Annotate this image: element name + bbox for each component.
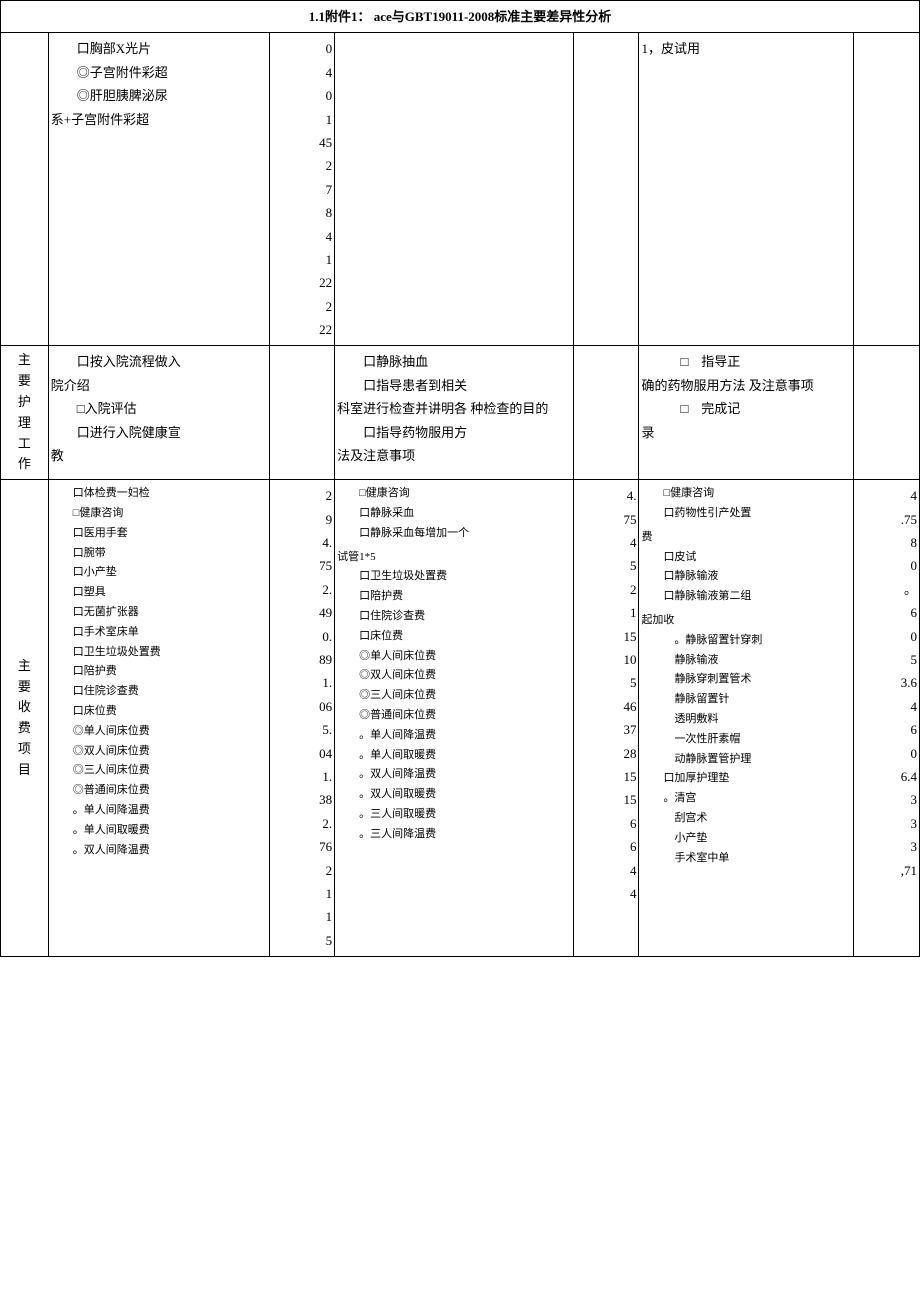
table-row: 口胸部X光片 ◎子宫附件彩超 ◎肝胆胰脾泌尿 系+子宫附件彩超 0 4 0 1 … (1, 33, 920, 346)
row2-col7 (854, 346, 920, 480)
row3-col4: □健康咨询 口静脉采血 口静脉采血每增加一个 试管1*5 口卫生垃圾处置费 口陪… (335, 480, 574, 957)
row3-col7: 4 .75 8 0 。 6 0 5 3.6 4 6 0 6.4 3 3 3 ,7… (854, 480, 920, 957)
document-table: 1.1附件1： ace与GBT19011-2008标准主要差异性分析 口胸部X光… (0, 0, 920, 957)
header-row: 1.1附件1： ace与GBT19011-2008标准主要差异性分析 (1, 1, 920, 33)
row2-col3 (269, 346, 335, 480)
row3-label: 主要收费项目 (1, 480, 49, 957)
row1-col6: 1，皮试用 (639, 33, 854, 346)
row1-col7 (854, 33, 920, 346)
row3-col5: 4. 75 4 5 2 1 15 10 5 46 37 28 15 15 6 6… (573, 480, 639, 957)
page-title: 1.1附件1： ace与GBT19011-2008标准主要差异性分析 (1, 1, 920, 33)
row3-col2: 口体检费一妇检 □健康咨询 口医用手套 口腕带 口小产垫 口塑具 口无菌扩张器 … (48, 480, 269, 957)
row2-col4: 口静脉抽血 口指导患者到相关 科室进行检查并讲明各 种检查的目的 口指导药物服用… (335, 346, 574, 480)
row2-col5 (573, 346, 639, 480)
row1-col2: 口胸部X光片 ◎子宫附件彩超 ◎肝胆胰脾泌尿 系+子宫附件彩超 (48, 33, 269, 346)
table-row: 主要护理工作 口按入院流程做入 院介绍 □入院评估 口进行入院健康宣 教 口静脉… (1, 346, 920, 480)
row2-col6: □ 指导正 确的药物服用方法 及注意事项 □ 完成记 录 (639, 346, 854, 480)
row1-col3: 0 4 0 1 45 2 7 8 4 1 22 2 22 (269, 33, 335, 346)
row3-col3: 2 9 4. 75 2. 49 0. 89 1. 06 5. 04 1. 38 … (269, 480, 335, 957)
row1-col4 (335, 33, 574, 346)
row2-col2: 口按入院流程做入 院介绍 □入院评估 口进行入院健康宣 教 (48, 346, 269, 480)
row1-label (1, 33, 49, 346)
row2-label: 主要护理工作 (1, 346, 49, 480)
row3-col6: □健康咨询 口药物性引产处置 费 口皮试 口静脉输液 口静脉输液第二组 起加收 … (639, 480, 854, 957)
row1-col5 (573, 33, 639, 346)
table-row: 主要收费项目 口体检费一妇检 □健康咨询 口医用手套 口腕带 口小产垫 口塑具 … (1, 480, 920, 957)
